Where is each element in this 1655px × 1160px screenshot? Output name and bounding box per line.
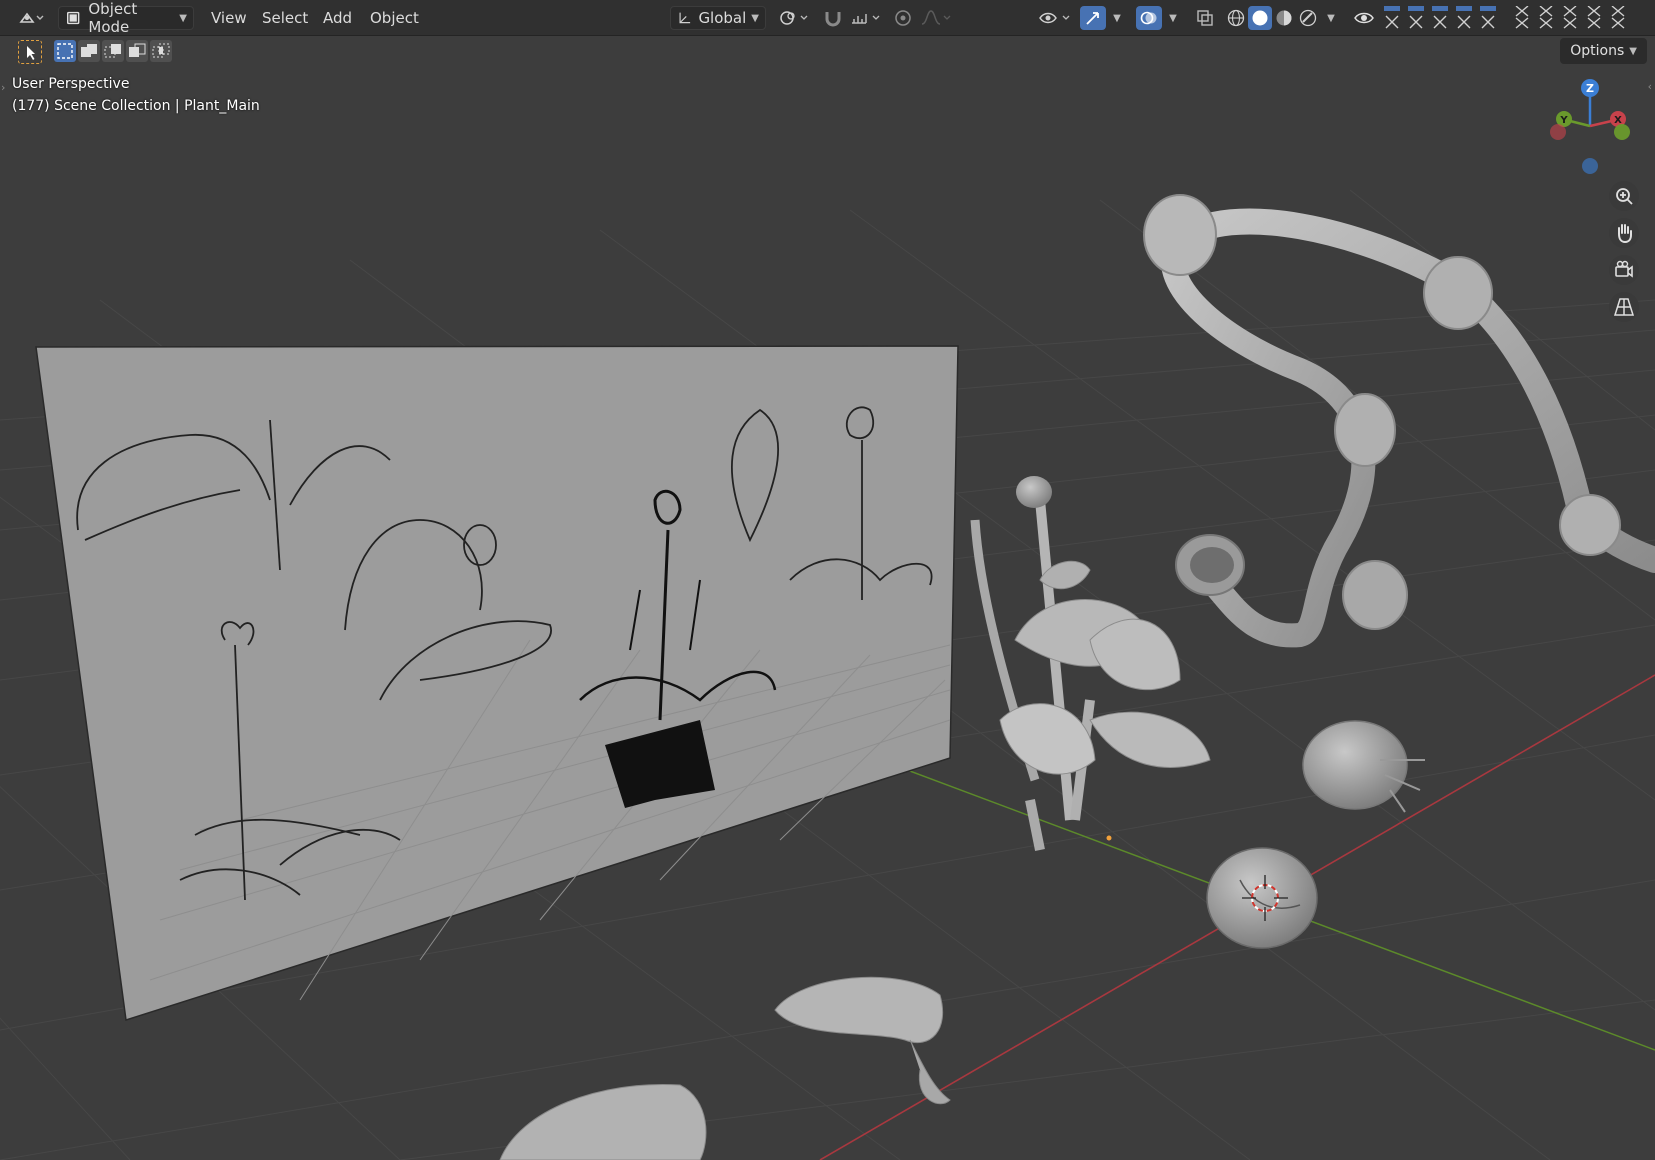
selection-mode-new[interactable]	[54, 40, 76, 62]
menu-object[interactable]: Object	[370, 6, 419, 30]
reference-image-plane	[35, 345, 959, 1021]
camera-icon	[1615, 260, 1633, 278]
proportional-falloff-dropdown[interactable]	[918, 6, 954, 30]
proportional-edit-toggle[interactable]	[890, 6, 916, 30]
sidebar-expand-arrow[interactable]: ‹	[1648, 80, 1652, 93]
shading-wireframe[interactable]	[1224, 6, 1248, 30]
select-tool-button[interactable]	[18, 40, 42, 64]
zoom-icon	[1616, 188, 1633, 205]
3d-viewport[interactable]: User Perspective (177) Scene Collection …	[0, 36, 1655, 1160]
selection-mode-subtract[interactable]	[102, 40, 124, 62]
camera-view-button[interactable]	[1609, 255, 1639, 285]
shading-material[interactable]	[1272, 6, 1296, 30]
leaf-piece-1	[774, 976, 951, 1105]
material-icon	[1276, 10, 1292, 26]
options-label: Options	[1570, 43, 1625, 59]
chevron-down-icon: ▼	[179, 12, 187, 24]
shading-rendered[interactable]	[1296, 6, 1320, 30]
flytrap-head-1	[1302, 720, 1425, 813]
zoom-button[interactable]	[1609, 181, 1639, 211]
scene-info-label: (177) Scene Collection | Plant_Main	[12, 98, 260, 114]
flytrap-head-2-selected	[1206, 847, 1318, 949]
gizmo-neg-y	[1614, 124, 1630, 140]
pivot-point-dropdown[interactable]	[776, 6, 812, 30]
chevron-down-icon: ▼	[1113, 12, 1121, 24]
select-new-icon	[57, 43, 73, 59]
selection-mode-extend[interactable]	[78, 40, 100, 62]
chevron-down-icon: ▼	[1629, 45, 1637, 57]
chevron-down-icon: ▼	[1327, 12, 1335, 24]
cursor-arrow-icon	[27, 46, 35, 60]
chevron-down-icon: ▼	[1169, 12, 1177, 24]
object-mode-dropdown[interactable]: Object Mode ▼	[58, 0, 194, 36]
solid-icon	[1252, 10, 1268, 26]
tool-settings-row	[0, 36, 1655, 66]
selection-mode-intersect[interactable]	[150, 40, 172, 62]
toolbar-expand-arrow[interactable]: ›	[1, 81, 5, 94]
gizmo-neg-x	[1550, 124, 1566, 140]
pan-button[interactable]	[1609, 218, 1639, 248]
leaf-piece-2	[499, 1083, 707, 1160]
select-extend-icon	[81, 44, 97, 57]
object-mode-icon	[67, 11, 80, 25]
collapsed-header-items[interactable]	[1380, 6, 1650, 32]
xray-toggle[interactable]	[1192, 6, 1218, 30]
plant-model	[970, 476, 1211, 851]
snap-increment-icon	[852, 14, 880, 24]
proportional-edit-icon	[895, 10, 911, 26]
editor-type-selector[interactable]	[14, 6, 48, 30]
overlays-toggle[interactable]	[1136, 6, 1162, 30]
gizmo-z-label: Z	[1586, 82, 1594, 95]
rendered-icon	[1299, 9, 1317, 27]
view3d-editor-icon	[19, 12, 44, 23]
visibility-toggle[interactable]	[1352, 6, 1376, 30]
gizmo-y-label: Y	[1559, 115, 1568, 126]
pivot-point-icon	[780, 11, 808, 25]
view-name-label: User Perspective	[12, 76, 130, 92]
viewport-scene	[0, 189, 1655, 1160]
xray-icon	[1197, 10, 1213, 26]
shading-solid[interactable]	[1248, 6, 1272, 30]
perspective-toggle-button[interactable]	[1609, 292, 1639, 322]
selection-mode-invert[interactable]	[126, 40, 148, 62]
snap-toggle[interactable]	[818, 6, 848, 30]
shading-options-dropdown[interactable]: ▼	[1322, 6, 1340, 30]
object-origin	[1106, 835, 1112, 841]
select-intersect-icon	[152, 43, 170, 58]
hand-icon	[1618, 224, 1632, 244]
gizmo-neg-z	[1582, 158, 1598, 174]
tube-model	[1143, 194, 1655, 648]
wireframe-icon	[1227, 9, 1245, 27]
navigation-gizmo[interactable]: Z Y X	[1540, 76, 1640, 180]
chevron-down-icon: ▼	[751, 12, 759, 24]
menu-view[interactable]: View	[211, 6, 247, 30]
snap-target-dropdown[interactable]	[848, 6, 884, 30]
overlays-dropdown[interactable]: ▼	[1164, 6, 1182, 30]
select-invert-icon	[129, 43, 146, 57]
eye-pointer-icon	[1039, 12, 1070, 24]
orientation-label: Global	[698, 9, 747, 27]
gizmo-icon	[1086, 12, 1099, 25]
options-dropdown[interactable]: Options ▼	[1560, 38, 1647, 64]
object-mode-label: Object Mode	[88, 0, 138, 36]
falloff-curve-icon	[921, 10, 951, 25]
gizmo-dropdown[interactable]: ▼	[1108, 6, 1126, 30]
selectability-visibility-dropdown[interactable]	[1036, 6, 1074, 30]
transform-orientation-dropdown[interactable]: Global ▼	[670, 6, 766, 30]
snap-magnet-icon	[825, 12, 841, 27]
select-subtract-icon	[104, 44, 121, 58]
orientation-icon	[679, 12, 691, 24]
grid-perspective-icon	[1613, 298, 1635, 316]
eye-icon	[1354, 12, 1374, 24]
menu-select[interactable]: Select	[262, 6, 308, 30]
menu-add[interactable]: Add	[323, 6, 352, 30]
gizmo-toggle[interactable]	[1080, 6, 1106, 30]
overlays-icon	[1140, 11, 1157, 25]
